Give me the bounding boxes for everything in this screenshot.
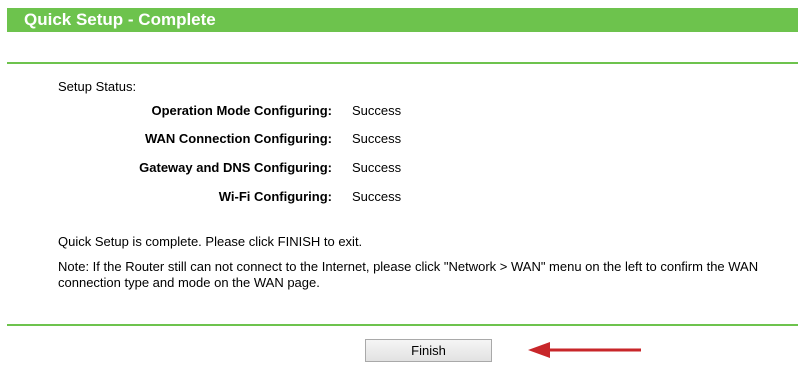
page-title: Quick Setup - Complete xyxy=(24,10,216,29)
status-label: Wi-Fi Configuring: xyxy=(218,189,332,204)
status-row-wifi: Wi-Fi Configuring: Success xyxy=(0,189,798,205)
status-label: Gateway and DNS Configuring: xyxy=(139,160,332,175)
quick-setup-complete-page: Quick Setup - Complete Setup Status: Ope… xyxy=(0,0,798,365)
status-value: Success xyxy=(352,131,402,146)
top-divider xyxy=(7,62,798,64)
note-message: Note: If the Router still can not connec… xyxy=(58,259,759,290)
bottom-divider xyxy=(7,324,798,326)
setup-status-heading: Setup Status: xyxy=(58,79,137,94)
finish-button[interactable]: Finish xyxy=(365,339,492,362)
status-label: Operation Mode Configuring: xyxy=(151,103,332,118)
status-value: Success xyxy=(352,189,402,204)
status-value: Success xyxy=(352,103,402,118)
arrow-left-icon xyxy=(528,342,641,358)
status-label: WAN Connection Configuring: xyxy=(144,131,332,146)
status-row-wan-connection: WAN Connection Configuring: Success xyxy=(0,131,798,147)
status-row-operation-mode: Operation Mode Configuring: Success xyxy=(0,103,798,119)
status-row-gateway-dns: Gateway and DNS Configuring: Success xyxy=(0,160,798,176)
complete-message: Quick Setup is complete. Please click FI… xyxy=(58,234,363,249)
title-bar: Quick Setup - Complete xyxy=(7,8,798,32)
status-value: Success xyxy=(352,160,402,175)
